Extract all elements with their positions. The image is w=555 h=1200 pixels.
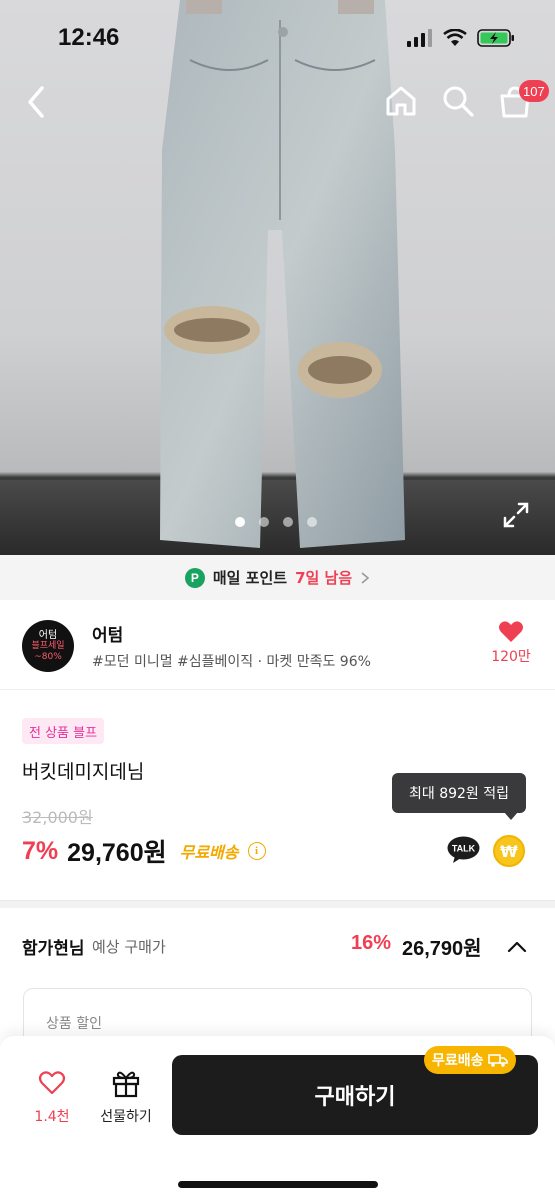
- expected-price: 26,790원: [402, 938, 482, 960]
- home-icon[interactable]: [384, 84, 418, 118]
- store-tags: #모던 미니멀 #심플베이직 · 마켓 만족도 96%: [92, 654, 371, 670]
- delivery-truck-icon: [487, 1054, 508, 1067]
- expected-price-row[interactable]: 함가현님 예상 구매가 16% 26,790원: [22, 932, 533, 962]
- kakao-talk-icon[interactable]: TALK: [447, 836, 480, 864]
- battery-charging-icon: [477, 28, 514, 47]
- gift-label: 선물하기: [100, 1109, 152, 1125]
- point-banner-label: 매일 포인트: [212, 569, 288, 587]
- product-image-carousel[interactable]: 12:46 107: [0, 0, 555, 555]
- store-like-button[interactable]: 120만: [488, 620, 534, 666]
- carousel-dot[interactable]: [259, 517, 269, 527]
- free-shipping-chip-label: 무료배송: [432, 1053, 484, 1069]
- kakao-talk-label: TALK: [452, 844, 476, 854]
- store-info-row[interactable]: 어텀 블프세일 ~80% 어텀 #모던 미니멀 #심플베이직 · 마켓 만족도 …: [0, 600, 555, 690]
- sale-tag: 전 상품 블프: [22, 718, 105, 744]
- free-shipping-label: 무료배송: [179, 843, 239, 862]
- store-logo-sale: 블프세일: [31, 641, 65, 652]
- price-row: 7% 29,760원 무료배송 i: [22, 833, 266, 869]
- status-time: 12:46: [58, 23, 120, 51]
- heart-filled-icon: [499, 621, 523, 642]
- fullscreen-expand-icon[interactable]: [502, 501, 530, 529]
- gift-button[interactable]: 선물하기: [94, 1068, 158, 1126]
- home-indicator: [178, 1181, 378, 1188]
- daily-point-banner[interactable]: P 매일 포인트 7일 남음: [0, 555, 555, 600]
- status-bar: 12:46: [0, 0, 555, 75]
- point-banner-remaining: 7일 남음: [295, 569, 353, 587]
- store-name[interactable]: 어텀: [92, 621, 123, 646]
- carousel-dot[interactable]: [283, 517, 293, 527]
- discount-rate: 7%: [22, 836, 59, 865]
- expected-price-label: 예상 구매가: [92, 938, 166, 956]
- sale-price: 29,760원: [67, 839, 167, 867]
- product-like-button[interactable]: 1.4천: [30, 1070, 74, 1126]
- store-logo[interactable]: 어텀 블프세일 ~80%: [22, 620, 74, 672]
- wifi-icon: [443, 28, 467, 46]
- chevron-up-icon[interactable]: [506, 936, 528, 958]
- points-tooltip: 최대 892원 적립: [392, 773, 526, 813]
- bottom-action-bar: 1.4천 선물하기 구매하기 무료배송: [0, 1036, 555, 1200]
- product-name: 버킷데미지데님: [22, 761, 145, 783]
- carousel-dot[interactable]: [307, 517, 317, 527]
- store-like-count: 120만: [491, 649, 531, 665]
- cellular-signal-icon: [407, 28, 432, 47]
- carousel-dot[interactable]: [235, 517, 245, 527]
- carousel-indicator: [235, 517, 317, 527]
- heart-outline-icon: [38, 1071, 66, 1095]
- expected-discount-rate: 16%: [351, 932, 392, 954]
- store-logo-name: 어텀: [38, 629, 58, 641]
- points-tooltip-arrow: [504, 812, 518, 820]
- product-discount-title: 상품 할인: [46, 1016, 102, 1032]
- point-p-icon: P: [184, 567, 205, 588]
- original-price: 32,000원: [22, 808, 93, 827]
- cart-count-badge: 107: [519, 80, 549, 102]
- top-nav-bar: [0, 78, 555, 128]
- product-like-count: 1.4천: [34, 1109, 70, 1125]
- gift-icon: [112, 1071, 140, 1098]
- search-icon[interactable]: [441, 84, 475, 118]
- expected-user-name: 함가현님: [22, 939, 85, 959]
- free-shipping-chip: 무료배송: [424, 1046, 516, 1074]
- info-icon[interactable]: i: [247, 842, 266, 860]
- section-divider: [0, 900, 555, 908]
- status-icons: [407, 28, 515, 48]
- back-arrow-icon[interactable]: [22, 84, 52, 120]
- won-coin-icon[interactable]: ₩: [493, 835, 525, 867]
- chevron-right-icon: [361, 571, 370, 584]
- store-logo-discount: ~80%: [34, 651, 62, 662]
